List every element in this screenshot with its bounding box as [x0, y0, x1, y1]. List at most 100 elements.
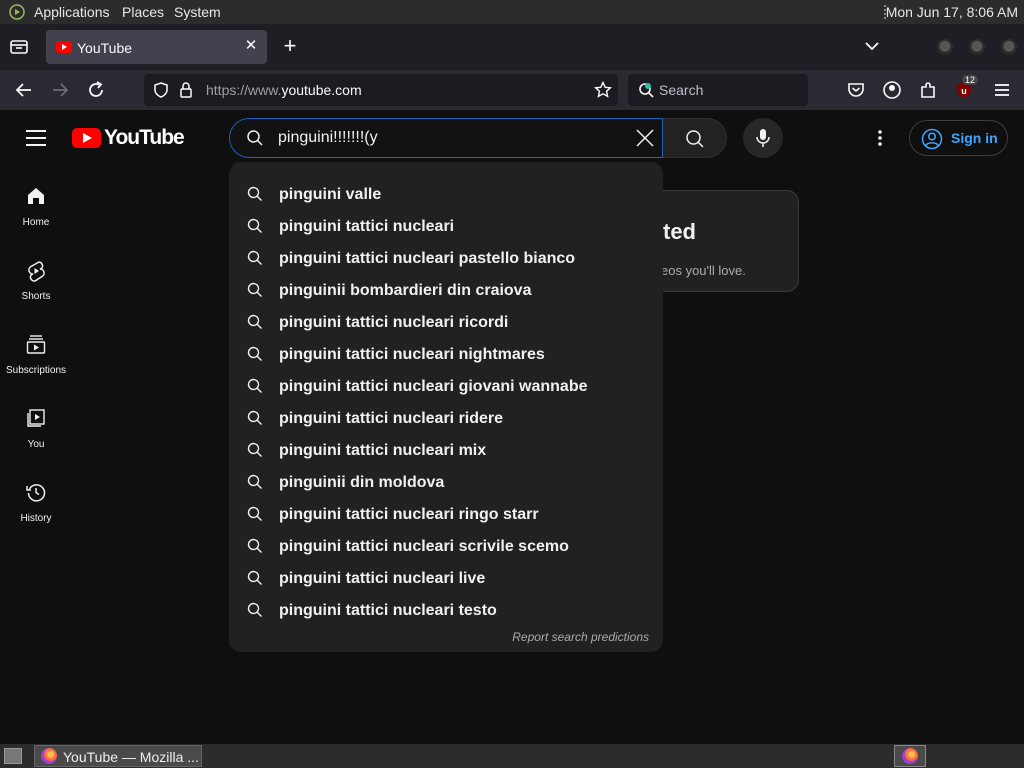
- extension-badge: 12: [962, 75, 979, 85]
- sidebar-item-home[interactable]: Home: [0, 166, 72, 240]
- search-icon: [247, 378, 262, 393]
- youtube-play-icon: [72, 128, 101, 148]
- system-menu[interactable]: System: [174, 4, 221, 20]
- sidebar-item-label: Subscriptions: [5, 365, 67, 376]
- tab-strip: YouTube ✕: [0, 24, 1024, 70]
- suggestion-item[interactable]: pinguini valle: [229, 178, 663, 210]
- more-vert-icon[interactable]: [868, 126, 892, 150]
- browser-search-bar[interactable]: Search: [628, 74, 808, 106]
- suggestion-item[interactable]: pinguini tattici nucleari ricordi: [229, 306, 663, 338]
- search-engine-icon[interactable]: [638, 82, 656, 100]
- navigation-toolbar: https://www.youtube.com Search u 12: [0, 70, 1024, 110]
- app-menu-hamburger-icon[interactable]: [992, 80, 1012, 100]
- user-circle-icon: [921, 128, 943, 150]
- search-icon: [247, 346, 262, 361]
- sidebar-item-subscriptions[interactable]: Subscriptions: [0, 314, 72, 388]
- sign-in-button[interactable]: Sign in: [909, 120, 1008, 156]
- taskbar-window-firefox[interactable]: YouTube — Mozilla ...: [34, 745, 202, 767]
- extensions-puzzle-icon[interactable]: [918, 80, 938, 100]
- youtube-search-input[interactable]: [278, 127, 628, 149]
- applications-menu-icon[interactable]: [8, 4, 26, 20]
- sidebar-item-label: History: [20, 513, 52, 524]
- youtube-search-button[interactable]: [663, 118, 727, 158]
- search-icon: [247, 314, 262, 329]
- places-menu[interactable]: Places: [122, 4, 164, 20]
- suggestion-item[interactable]: pinguini tattici nucleari mix: [229, 434, 663, 466]
- minimize-window-button[interactable]: [936, 39, 954, 57]
- top-panel: Applications Places System Mon Jun 17, 8…: [0, 0, 1024, 24]
- close-window-button[interactable]: [1000, 39, 1018, 57]
- search-icon: [247, 474, 262, 489]
- lock-icon[interactable]: [178, 81, 194, 99]
- sidebar-item-you[interactable]: You: [0, 388, 72, 462]
- bottom-panel: YouTube — Mozilla ...: [0, 744, 1024, 768]
- history-icon: [26, 484, 46, 502]
- suggestion-text: pinguini tattici nucleari giovani wannab…: [279, 378, 588, 395]
- reload-icon[interactable]: [86, 80, 106, 100]
- suggestion-item[interactable]: pinguini tattici nucleari giovani wannab…: [229, 370, 663, 402]
- search-icon: [247, 538, 262, 553]
- svg-text:u: u: [961, 86, 967, 96]
- search-icon: [247, 130, 263, 146]
- suggestion-text: pinguini tattici nucleari scrivile scemo: [279, 538, 569, 555]
- show-desktop-icon[interactable]: [4, 748, 22, 764]
- url-bar[interactable]: https://www.youtube.com: [144, 74, 618, 106]
- clear-search-icon[interactable]: [634, 127, 656, 149]
- guide-menu-icon[interactable]: [26, 130, 46, 146]
- workspace-switcher[interactable]: [894, 745, 926, 767]
- suggestion-item[interactable]: pinguini tattici nucleari scrivile scemo: [229, 530, 663, 562]
- search-icon: [247, 602, 262, 617]
- back-arrow-icon[interactable]: [14, 80, 34, 100]
- suggestion-text: pinguini tattici nucleari live: [279, 570, 486, 587]
- search-icon: [247, 410, 262, 425]
- youtube-search-box[interactable]: [229, 118, 663, 158]
- suggestion-text: pinguini tattici nucleari ridere: [279, 410, 504, 427]
- suggestion-item[interactable]: pinguini tattici nucleari ringo starr: [229, 498, 663, 530]
- suggestion-text: pinguini tattici nucleari nightmares: [279, 346, 545, 363]
- shield-icon[interactable]: [152, 81, 170, 99]
- suggestion-item[interactable]: pinguini tattici nucleari testo: [229, 594, 663, 626]
- suggestion-text: pinguini tattici nucleari testo: [279, 602, 497, 619]
- suggestion-item[interactable]: pinguini tattici nucleari live: [229, 562, 663, 594]
- firefox-icon: [41, 748, 57, 764]
- search-icon: [247, 186, 262, 201]
- list-all-tabs-icon[interactable]: [8, 37, 30, 57]
- bookmark-star-icon[interactable]: [594, 81, 612, 99]
- suggestion-text: pinguini tattici nucleari ricordi: [279, 314, 509, 331]
- search-icon: [247, 218, 262, 233]
- sidebar-item-history[interactable]: History: [0, 462, 72, 536]
- suggestion-item[interactable]: pinguini tattici nucleari: [229, 210, 663, 242]
- pocket-icon[interactable]: [846, 80, 866, 100]
- suggestion-text: pinguinii din moldova: [279, 474, 445, 491]
- search-icon: [247, 570, 262, 585]
- applications-menu[interactable]: Applications: [34, 4, 110, 20]
- search-icon: [247, 282, 262, 297]
- chevron-down-icon[interactable]: [864, 38, 880, 54]
- card-text: eos you'll love.: [661, 263, 746, 278]
- subscriptions-icon: [26, 335, 46, 354]
- suggestion-text: pinguini tattici nucleari pastello bianc…: [279, 250, 576, 267]
- suggestion-text: pinguini tattici nucleari ringo starr: [279, 506, 539, 523]
- search-icon: [686, 130, 704, 148]
- suggestion-item[interactable]: pinguinii bombardieri din craiova: [229, 274, 663, 306]
- suggestion-item[interactable]: pinguinii din moldova: [229, 466, 663, 498]
- tab-title: YouTube: [77, 40, 133, 56]
- tab-youtube[interactable]: YouTube ✕: [46, 30, 267, 64]
- forward-arrow-icon[interactable]: [50, 80, 70, 100]
- close-tab-icon[interactable]: ✕: [243, 38, 259, 54]
- voice-search-button[interactable]: [743, 118, 783, 158]
- suggestion-item[interactable]: pinguini tattici nucleari pastello bianc…: [229, 242, 663, 274]
- suggestion-item[interactable]: pinguini tattici nucleari ridere: [229, 402, 663, 434]
- report-search-predictions-link[interactable]: Report search predictions: [512, 630, 649, 644]
- sidebar-item-shorts[interactable]: Shorts: [0, 240, 72, 314]
- suggestion-item[interactable]: pinguini tattici nucleari nightmares: [229, 338, 663, 370]
- search-suggestions-dropdown: pinguini valle pinguini tattici nucleari…: [229, 162, 663, 652]
- microphone-icon: [756, 129, 770, 147]
- account-icon[interactable]: [882, 80, 902, 100]
- sign-in-label: Sign in: [951, 130, 998, 146]
- youtube-favicon-icon: [56, 41, 72, 53]
- clock[interactable]: Mon Jun 17, 8:06 AM: [886, 4, 1018, 20]
- maximize-window-button[interactable]: [968, 39, 986, 57]
- sidebar-item-label: Shorts: [21, 291, 51, 302]
- new-tab-button[interactable]: +: [280, 35, 300, 57]
